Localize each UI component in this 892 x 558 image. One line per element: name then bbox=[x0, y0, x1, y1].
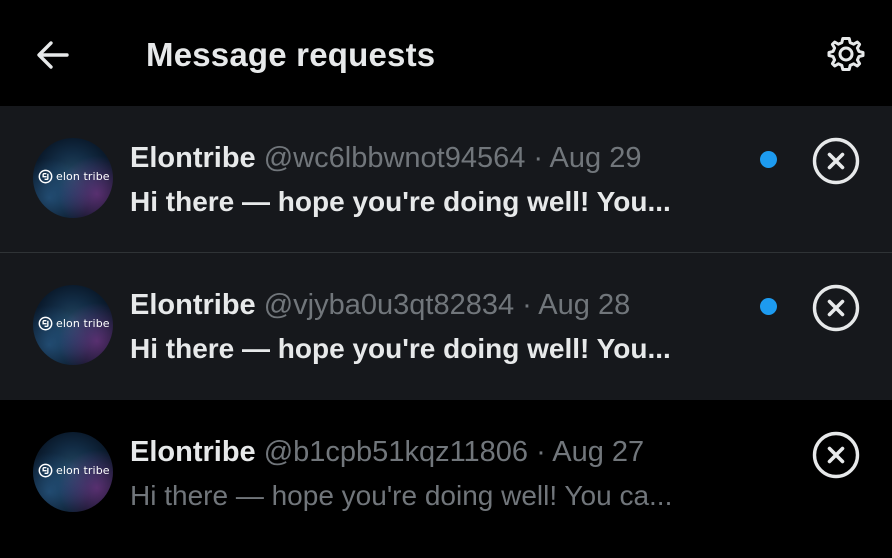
message-request-row[interactable]: elon tribe Elontribe @b1cpb51kqz11806 · … bbox=[0, 400, 892, 547]
dismiss-request-button[interactable] bbox=[812, 137, 860, 185]
avatar-text: elon tribe bbox=[56, 464, 110, 477]
sender-name[interactable]: Elontribe bbox=[130, 142, 256, 174]
back-button[interactable] bbox=[34, 36, 72, 74]
avatar-text: elon tribe bbox=[56, 317, 110, 330]
elon-tribe-logo-icon bbox=[38, 316, 53, 331]
sender-name[interactable]: Elontribe bbox=[130, 436, 256, 468]
close-circle-icon bbox=[812, 137, 860, 185]
avatar[interactable]: elon tribe bbox=[33, 138, 113, 218]
message-preview: Hi there — hope you're doing well! You..… bbox=[130, 333, 671, 364]
unread-indicator bbox=[760, 151, 777, 168]
message-date: Aug 27 bbox=[552, 436, 645, 468]
elon-tribe-logo-icon bbox=[38, 463, 53, 478]
avatar[interactable]: elon tribe bbox=[33, 432, 113, 512]
message-request-row[interactable]: elon tribe Elontribe @wc6lbbwnot94564 · … bbox=[0, 106, 892, 253]
message-requests-screen: Message requests elon tribe Elontribe @w… bbox=[0, 0, 892, 558]
close-circle-icon bbox=[812, 284, 860, 332]
header-bar: Message requests bbox=[0, 0, 892, 106]
elon-tribe-logo-icon bbox=[38, 169, 53, 184]
message-date: Aug 29 bbox=[549, 142, 642, 174]
close-circle-icon bbox=[812, 431, 860, 479]
message-request-row[interactable]: elon tribe Elontribe @vjyba0u3qt82834 · … bbox=[0, 253, 892, 400]
message-preview: Hi there — hope you're doing well! You..… bbox=[130, 186, 671, 217]
separator-dot: · bbox=[533, 142, 544, 174]
arrow-left-icon bbox=[37, 41, 69, 69]
avatar-logo: elon tribe bbox=[38, 463, 110, 478]
sender-line: Elontribe @wc6lbbwnot94564 · Aug 29 bbox=[130, 140, 641, 176]
avatar-logo: elon tribe bbox=[38, 169, 110, 184]
avatar-text: elon tribe bbox=[56, 170, 110, 183]
separator-dot: · bbox=[522, 289, 532, 321]
sender-line: Elontribe @vjyba0u3qt82834 · Aug 28 bbox=[130, 287, 630, 323]
sender-handle: @b1cpb51kqz11806 bbox=[263, 436, 529, 468]
avatar[interactable]: elon tribe bbox=[33, 285, 113, 365]
gear-icon bbox=[827, 37, 865, 71]
sender-handle: @vjyba0u3qt82834 bbox=[263, 289, 515, 321]
message-preview: Hi there — hope you're doing well! You c… bbox=[130, 480, 673, 511]
separator-dot: · bbox=[536, 436, 546, 468]
avatar-logo: elon tribe bbox=[38, 316, 110, 331]
settings-button[interactable] bbox=[826, 34, 866, 74]
message-request-list: elon tribe Elontribe @wc6lbbwnot94564 · … bbox=[0, 106, 892, 547]
sender-line: Elontribe @b1cpb51kqz11806 · Aug 27 bbox=[130, 434, 644, 470]
unread-indicator bbox=[760, 298, 777, 315]
sender-name[interactable]: Elontribe bbox=[130, 289, 256, 321]
message-date: Aug 28 bbox=[538, 289, 631, 321]
dismiss-request-button[interactable] bbox=[812, 431, 860, 479]
sender-handle: @wc6lbbwnot94564 bbox=[263, 142, 526, 174]
page-title: Message requests bbox=[146, 36, 436, 73]
dismiss-request-button[interactable] bbox=[812, 284, 860, 332]
